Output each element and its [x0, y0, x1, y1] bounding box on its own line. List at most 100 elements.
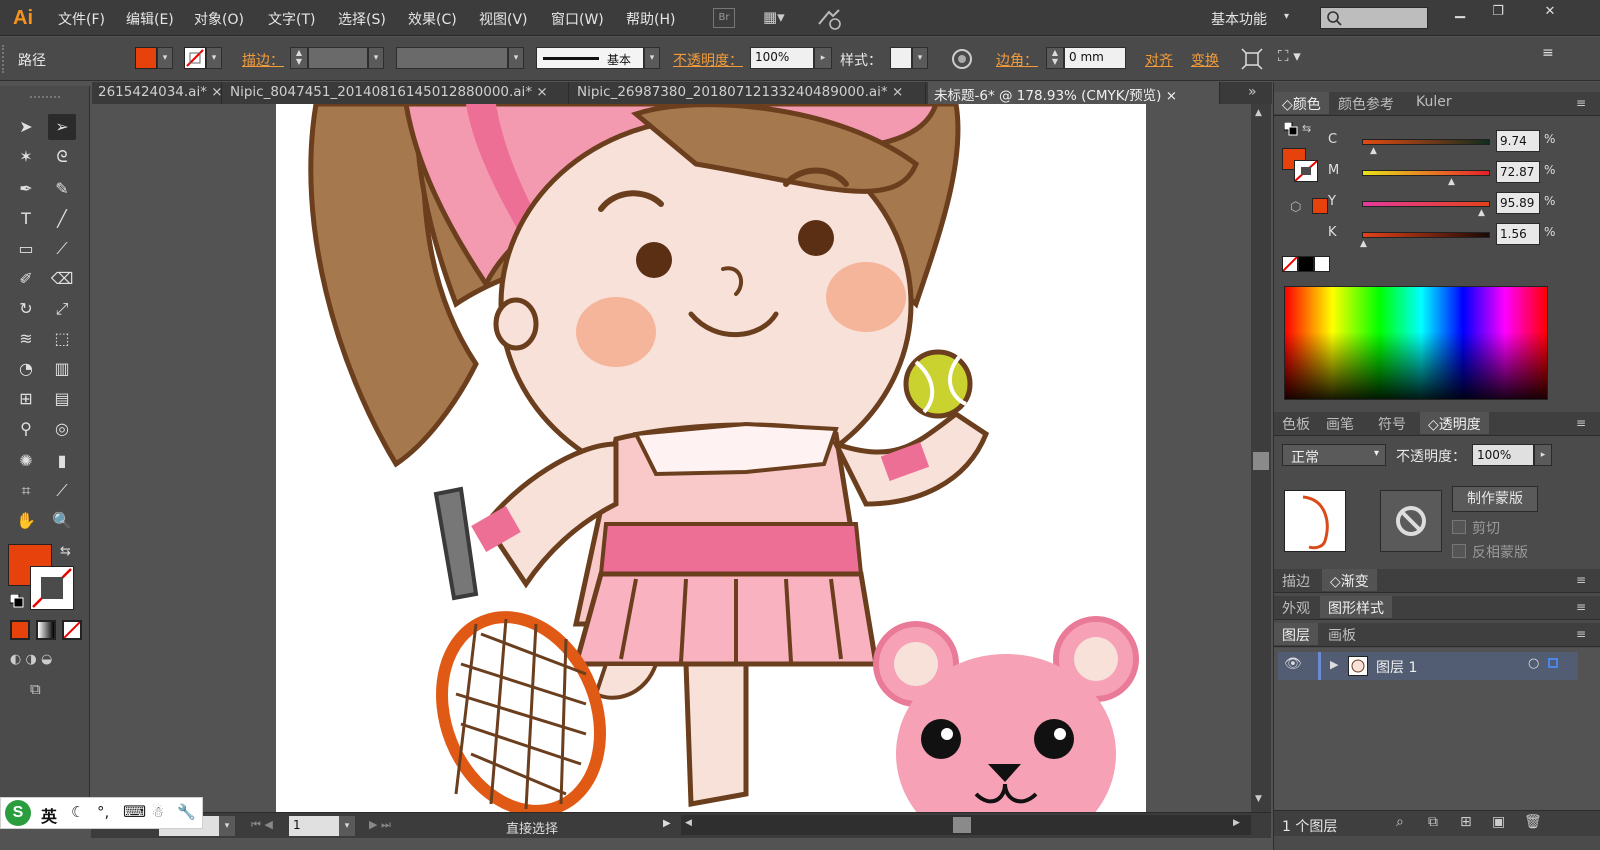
stroke-weight-input[interactable]	[308, 47, 368, 69]
blend-mode-select[interactable]: 正常 ▾	[1282, 444, 1386, 466]
tab-overflow-icon[interactable]: »	[1248, 84, 1257, 100]
magic-wand-tool-icon[interactable]: ✶	[12, 144, 40, 170]
screen-mode-icon[interactable]: ⧉	[30, 680, 58, 700]
slider-thumb[interactable]: ▲	[1360, 239, 1367, 249]
none-mode-icon[interactable]	[62, 620, 82, 640]
tab-color-guide[interactable]: 颜色参考	[1330, 92, 1402, 114]
direct-selection-tool-icon[interactable]: ➢	[48, 114, 76, 140]
skin-icon[interactable]: ☃	[151, 803, 164, 821]
ime-lang-toggle[interactable]: 英	[41, 803, 57, 827]
control-menu-icon[interactable]: ≡	[1542, 45, 1562, 69]
menu-effect[interactable]: 效果(C)	[408, 9, 457, 29]
stroke-label[interactable]: 描边：	[242, 50, 284, 70]
artboard-dropdown[interactable]: ▾	[339, 816, 355, 836]
canvas-area[interactable]	[91, 104, 1251, 812]
menu-view[interactable]: 视图(V)	[479, 9, 528, 29]
default-colors-icon[interactable]	[9, 593, 24, 608]
next-artboard-icon[interactable]: ▶ ⏭	[369, 818, 391, 832]
graphic-style-swatch[interactable]	[890, 47, 912, 69]
perspective-grid-tool-icon[interactable]: ▥	[48, 356, 76, 382]
clipping-mask-icon[interactable]: ⧉	[1428, 814, 1438, 830]
minimize-button[interactable]: ▁	[1440, 0, 1480, 24]
corner-stepper[interactable]: ▲ ▼	[1046, 47, 1064, 69]
clip-checkbox[interactable]: 剪切	[1452, 518, 1500, 538]
menu-window[interactable]: 窗口(W)	[551, 9, 604, 29]
curvature-tool-icon[interactable]: ✎	[48, 176, 76, 202]
mask-thumbnail[interactable]	[1380, 490, 1442, 552]
make-mask-button[interactable]: 制作蒙版	[1452, 486, 1538, 512]
stroke-swatch[interactable]	[184, 47, 206, 69]
scroll-left-icon[interactable]: ◀	[685, 818, 692, 828]
tab-appearance[interactable]: 外观	[1274, 596, 1318, 618]
align-link[interactable]: 对齐	[1145, 50, 1173, 70]
swap-fill-stroke-icon[interactable]: ⇆	[60, 544, 71, 559]
tab-document-active[interactable]: 未标题-6* @ 178.93% (CMYK/预览) ×	[928, 82, 1220, 104]
gradient-tool-icon[interactable]: ▤	[48, 386, 76, 412]
close-icon[interactable]: ×	[892, 84, 903, 100]
tennis-girl-illustration[interactable]	[276, 104, 1146, 812]
trash-icon[interactable]: 🗑	[1524, 814, 1542, 830]
pen-tool-icon[interactable]: ✒	[12, 176, 40, 202]
hand-tool-icon[interactable]: ✋	[12, 508, 40, 534]
layer-name[interactable]: 图层 1	[1376, 657, 1417, 677]
panel-menu-icon[interactable]: ≡	[1576, 600, 1586, 614]
rectangle-tool-icon[interactable]: ▭	[12, 236, 40, 262]
status-menu-icon[interactable]: ▶	[663, 818, 671, 829]
free-transform-tool-icon[interactable]: ⬚	[48, 326, 76, 352]
new-layer-icon[interactable]: ▣	[1492, 814, 1505, 830]
transform-link[interactable]: 变换	[1191, 50, 1219, 70]
zoom-dropdown[interactable]: ▾	[219, 816, 235, 836]
moon-icon[interactable]: ☾	[71, 803, 84, 821]
yellow-value[interactable]: 95.89	[1496, 192, 1540, 214]
none-swatch[interactable]	[1282, 256, 1298, 272]
recolor-artwork-icon[interactable]	[952, 49, 972, 69]
paintbrush-tool-icon[interactable]: ⟋	[48, 236, 76, 262]
mesh-tool-icon[interactable]: ⊞	[12, 386, 40, 412]
gradient-mode-icon[interactable]	[36, 620, 56, 640]
black-swatch[interactable]	[1298, 256, 1314, 272]
tab-symbols[interactable]: 符号	[1370, 412, 1414, 434]
tab-stroke[interactable]: 描边	[1274, 569, 1318, 591]
cyan-value[interactable]: 9.74	[1496, 130, 1540, 152]
color-spectrum[interactable]	[1284, 286, 1548, 400]
brush-dropdown[interactable]: ▾	[644, 47, 660, 69]
yellow-slider[interactable]	[1362, 201, 1490, 207]
warp-tool-icon[interactable]: ≋	[12, 326, 40, 352]
object-thumbnail[interactable]	[1284, 490, 1346, 552]
tab-gradient[interactable]: ◇渐变	[1322, 569, 1377, 591]
toolbox-grip[interactable]	[30, 96, 60, 100]
shape-builder-tool-icon[interactable]: ◔	[12, 356, 40, 382]
panel-menu-icon[interactable]: ≡	[1576, 627, 1586, 641]
tab-color[interactable]: ◇颜色	[1274, 92, 1329, 114]
slider-thumb[interactable]: ▲	[1370, 146, 1377, 156]
bridge-button[interactable]: Br	[713, 8, 735, 28]
vertical-scrollbar[interactable]: ▲ ▼	[1251, 104, 1271, 812]
column-graph-tool-icon[interactable]: ▮	[48, 448, 76, 474]
scroll-right-icon[interactable]: ▶	[1233, 818, 1240, 828]
tab-brushes[interactable]: 画笔	[1318, 412, 1362, 434]
new-sublayer-icon[interactable]: ⊞	[1460, 814, 1472, 830]
close-icon[interactable]: ×	[211, 84, 221, 100]
tab-kuler[interactable]: Kuler	[1408, 92, 1460, 114]
eraser-tool-icon[interactable]: ⌫	[48, 266, 76, 292]
selection-indicator[interactable]	[1548, 658, 1558, 668]
visibility-eye-icon[interactable]: 👁	[1284, 656, 1302, 672]
fill-dropdown[interactable]: ▾	[157, 47, 173, 69]
artboard[interactable]	[276, 104, 1146, 812]
restore-button[interactable]: ❐	[1478, 0, 1518, 24]
rotate-tool-icon[interactable]: ↻	[12, 296, 40, 322]
brush-definition[interactable]: 基本	[536, 47, 644, 69]
tab-layers[interactable]: 图层	[1274, 623, 1318, 645]
tab-document-3[interactable]: Nipic_26987380_20180712133240489000.ai* …	[571, 82, 926, 104]
workspace-switcher[interactable]: 基本功能	[1211, 9, 1267, 29]
menu-type[interactable]: 文字(T)	[268, 9, 315, 29]
eyedropper-tool-icon[interactable]: ⚲	[12, 416, 40, 442]
stroke-color-swatch[interactable]	[30, 566, 74, 610]
tab-graphic-styles[interactable]: 图形样式	[1320, 596, 1392, 618]
scale-tool-icon[interactable]: ⤢	[48, 296, 76, 322]
white-swatch[interactable]	[1314, 256, 1330, 272]
artboard-number-input[interactable]: 1	[289, 816, 339, 836]
opacity-input[interactable]: 100%	[750, 47, 814, 69]
drawing-modes-icon[interactable]: ◐ ◑ ◒	[10, 652, 82, 672]
blend-tool-icon[interactable]: ◎	[48, 416, 76, 442]
